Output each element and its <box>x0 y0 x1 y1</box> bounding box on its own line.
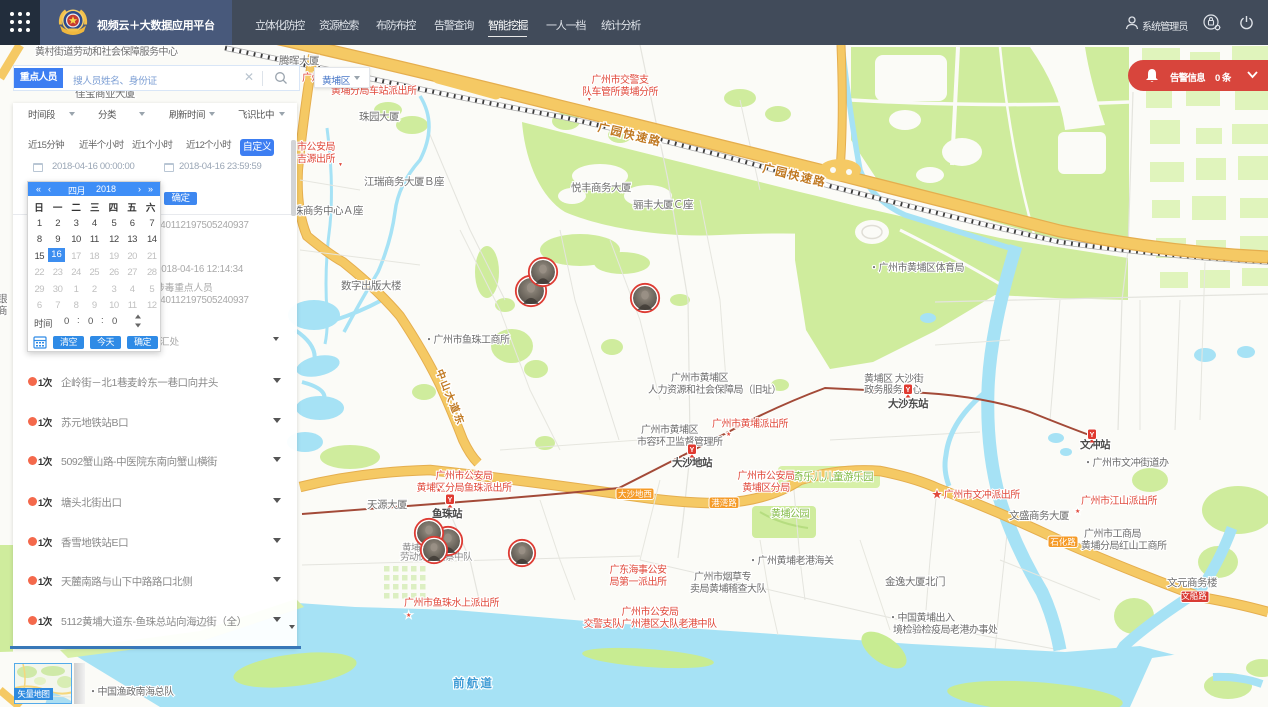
svg-text:大沙地站: 大沙地站 <box>672 456 713 469</box>
svg-text:黄埔公园: 黄埔公园 <box>771 507 809 520</box>
svg-text:黄村街道劳动和社会保障服务中心: 黄村街道劳动和社会保障服务中心 <box>35 45 178 58</box>
svg-text:卖局黄埔稽查大队: 卖局黄埔稽查大队 <box>690 582 766 595</box>
svg-text:广州市黄埔派出所: 广州市黄埔派出所 <box>712 417 788 430</box>
svg-text:黄埔区 大沙街: 黄埔区 大沙街 <box>864 372 924 385</box>
svg-text:Y: Y <box>906 387 911 394</box>
svg-text:人力资源和社会保障局（旧址）: 人力资源和社会保障局（旧址） <box>648 383 781 396</box>
svg-text:广州市公安局: 广州市公安局 <box>622 605 679 618</box>
svg-text:文船路: 文船路 <box>1181 591 1207 601</box>
svg-text:市容环卫监督管理所: 市容环卫监督管理所 <box>637 435 723 448</box>
svg-text:奇乐儿儿童游乐园: 奇乐儿儿童游乐园 <box>793 470 873 483</box>
svg-text:骊丰大厦Ｃ座: 骊丰大厦Ｃ座 <box>633 198 693 211</box>
svg-text:・广州市文冲街道办: ・广州市文冲街道办 <box>1083 456 1169 469</box>
svg-text:▼: ▼ <box>587 97 591 103</box>
svg-text:广州市黄埔区: 广州市黄埔区 <box>671 371 728 384</box>
svg-text:文元商务楼: 文元商务楼 <box>1167 576 1218 589</box>
svg-text:队车管所黄埔分所: 队车管所黄埔分所 <box>582 85 658 98</box>
svg-text:・中国渔政南海总队: ・中国渔政南海总队 <box>88 685 174 698</box>
svg-text:吉源出所: 吉源出所 <box>297 152 335 165</box>
svg-text:★: ★ <box>436 487 441 494</box>
svg-text:天源大厦: 天源大厦 <box>367 498 408 511</box>
svg-text:数字出版大楼: 数字出版大楼 <box>341 279 402 292</box>
svg-text:广东海事公安: 广东海事公安 <box>610 563 667 576</box>
svg-text:商: 商 <box>0 304 7 317</box>
svg-text:黄埔区分局: 黄埔区分局 <box>742 481 790 494</box>
svg-text:悦丰商务大厦: 悦丰商务大厦 <box>571 181 632 194</box>
svg-text:境检验检疫局老港办事处: 境检验检疫局老港办事处 <box>893 623 998 636</box>
svg-text:石化路: 石化路 <box>1050 537 1076 547</box>
svg-text:▼: ▼ <box>338 162 342 168</box>
svg-text:珠商务中心Ａ座: 珠商务中心Ａ座 <box>293 204 363 217</box>
svg-text:广州市鱼珠水上派出所: 广州市鱼珠水上派出所 <box>404 596 499 609</box>
svg-text:・广州市鱼珠工商所: ・广州市鱼珠工商所 <box>424 333 510 346</box>
svg-text:广州市公安局: 广州市公安局 <box>738 469 795 482</box>
svg-text:Y: Y <box>690 447 695 454</box>
svg-text:广州市黄埔区: 广州市黄埔区 <box>641 423 698 436</box>
svg-text:文盛商务大厦: 文盛商务大厦 <box>1009 509 1070 522</box>
svg-text:港湾路: 港湾路 <box>711 498 737 508</box>
svg-text:前 航 道: 前 航 道 <box>453 676 492 690</box>
svg-text:银: 银 <box>0 292 8 305</box>
svg-text:Y: Y <box>448 497 453 504</box>
svg-text:广州市烟草专: 广州市烟草专 <box>694 570 751 583</box>
svg-text:广州市公安局: 广州市公安局 <box>436 469 493 482</box>
svg-text:黄埔分局红山工商所: 黄埔分局红山工商所 <box>1081 539 1167 552</box>
svg-text:珠园大厦: 珠园大厦 <box>359 110 400 123</box>
svg-text:江瑞商务大厦Ｂ座: 江瑞商务大厦Ｂ座 <box>364 175 444 188</box>
svg-text:大沙东站: 大沙东站 <box>888 397 929 410</box>
svg-text:★: ★ <box>1075 508 1080 515</box>
svg-text:・广州黄埔老港海关: ・广州黄埔老港海关 <box>748 554 834 567</box>
svg-text:广州市工商局: 广州市工商局 <box>1084 527 1141 540</box>
svg-text:市公安局: 市公安局 <box>297 140 335 153</box>
svg-text:Y: Y <box>1090 432 1095 439</box>
svg-text:・中国黄埔出入: ・中国黄埔出入 <box>888 611 955 624</box>
svg-text:广州市交警支: 广州市交警支 <box>592 73 649 86</box>
svg-text:广州市江山派出所: 广州市江山派出所 <box>1081 494 1157 507</box>
svg-text:★: ★ <box>406 612 411 619</box>
svg-text:・广州市黄埔区体育局: ・广州市黄埔区体育局 <box>869 261 964 274</box>
svg-text:★ 广州市文冲派出所: ★ 广州市文冲派出所 <box>932 488 1020 501</box>
svg-text:金逸大厦北门: 金逸大厦北门 <box>885 575 945 588</box>
svg-text:交警支队广州港区大队老港中队: 交警支队广州港区大队老港中队 <box>584 617 717 630</box>
svg-text:★: ★ <box>726 431 731 438</box>
svg-text:大沙地西: 大沙地西 <box>618 489 652 499</box>
svg-text:黄埔区分局鱼珠派出所: 黄埔区分局鱼珠派出所 <box>417 481 512 494</box>
svg-text:局第一派出所: 局第一派出所 <box>610 575 667 588</box>
svg-text:鱼珠站: 鱼珠站 <box>432 507 463 520</box>
